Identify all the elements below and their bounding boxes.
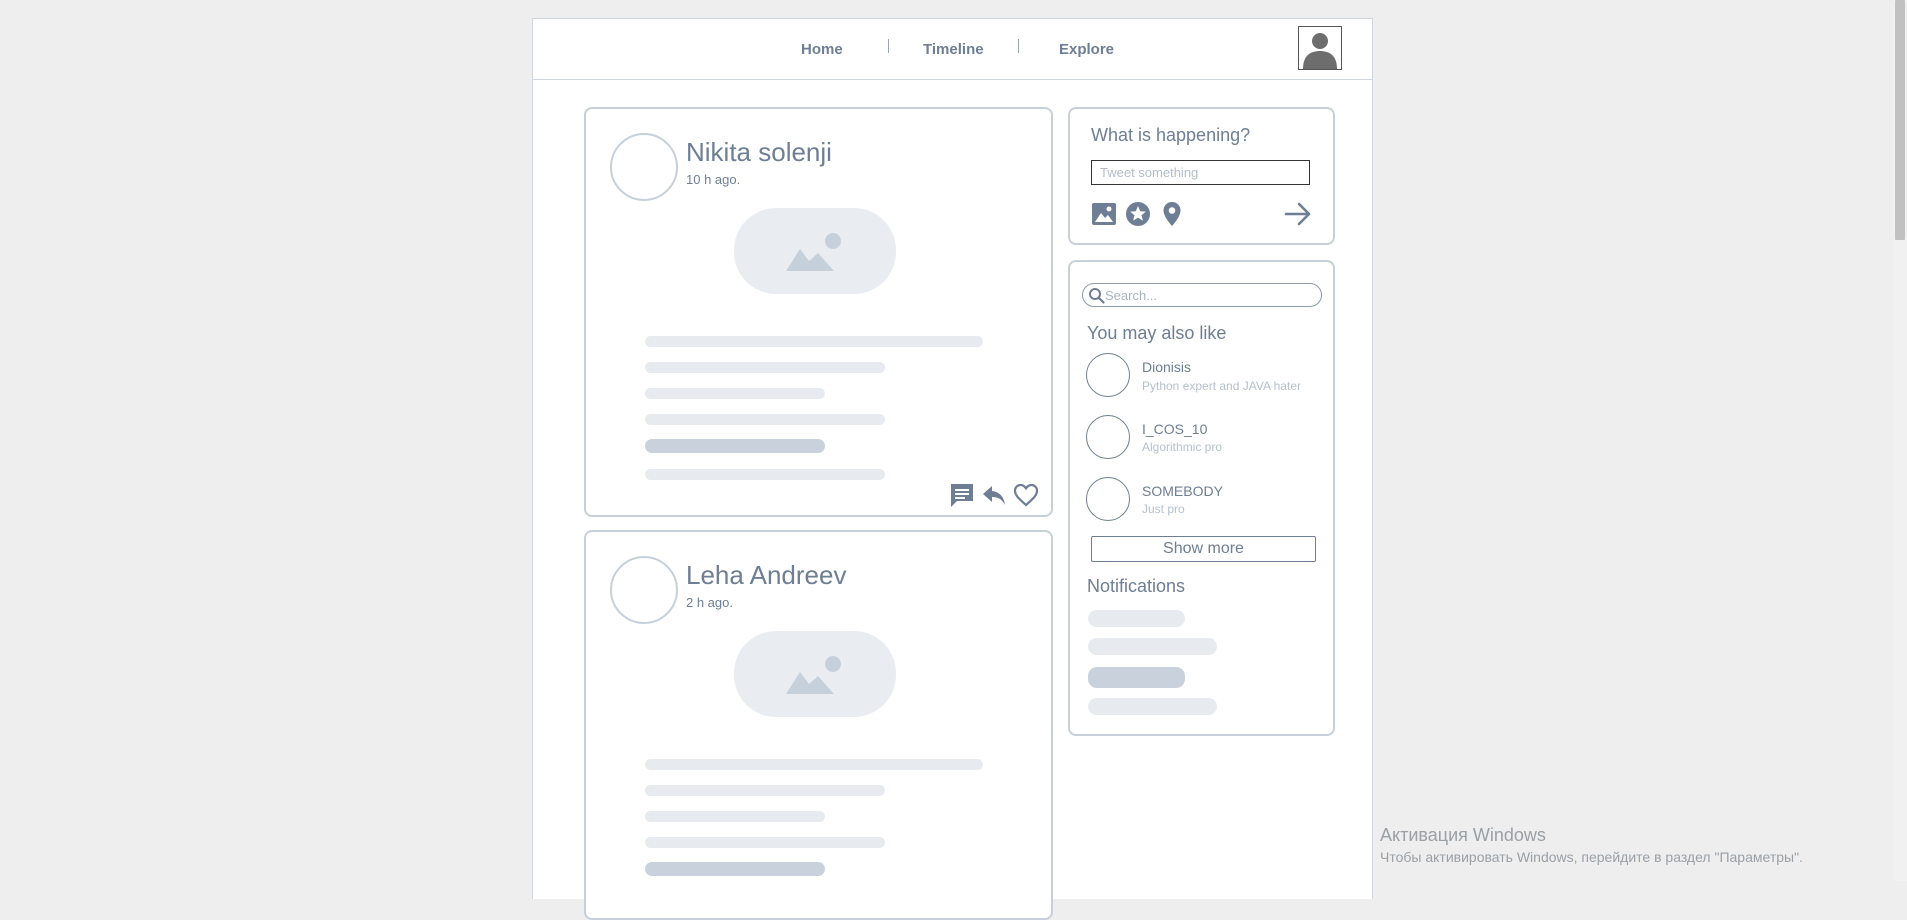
suggestion-name[interactable]: Dionisis (1142, 359, 1191, 375)
nav-timeline-link[interactable]: Timeline (923, 41, 984, 58)
notification-placeholder (1088, 667, 1185, 688)
text-placeholder-line (645, 439, 825, 453)
suggestion-avatar[interactable] (1086, 415, 1130, 459)
text-placeholder-line (645, 414, 885, 425)
text-placeholder-line (645, 862, 825, 876)
post-card: Nikita solenji 10 h ago. (584, 107, 1053, 517)
nav-separator (888, 39, 889, 53)
text-placeholder-line (645, 469, 885, 480)
notification-placeholder (1088, 638, 1217, 655)
post-actions (949, 482, 1039, 508)
scrollbar-thumb[interactable] (1895, 0, 1905, 240)
top-navigation-bar: Home Timeline Explore (533, 19, 1372, 80)
suggestion-name[interactable]: SOMEBODY (1142, 483, 1223, 499)
suggestion-name[interactable]: I_COS_10 (1142, 421, 1207, 437)
windows-activation-title: Активация Windows (1380, 825, 1546, 845)
post-card: Leha Andreev 2 h ago. (584, 530, 1053, 920)
star-icon[interactable] (1125, 201, 1151, 227)
search-icon (1089, 288, 1105, 304)
heart-icon[interactable] (1013, 482, 1039, 508)
suggestions-title: You may also like (1087, 323, 1227, 343)
image-placeholder-icon (734, 631, 896, 717)
scrollbar[interactable] (1893, 0, 1907, 881)
compose-title: What is happening? (1091, 125, 1251, 145)
post-timestamp: 2 h ago. (686, 595, 733, 610)
suggestion-avatar[interactable] (1086, 353, 1130, 397)
arrow-right-icon[interactable] (1284, 201, 1312, 227)
image-placeholder-icon (734, 208, 896, 294)
post-author-avatar[interactable] (610, 556, 678, 624)
text-placeholder-line (645, 785, 885, 796)
location-pin-icon[interactable] (1159, 201, 1185, 227)
nav-explore-link[interactable]: Explore (1059, 41, 1114, 58)
post-author-name[interactable]: Leha Andreev (686, 560, 846, 591)
user-avatar-icon[interactable] (1298, 26, 1342, 70)
comment-icon[interactable] (949, 482, 975, 508)
compose-toolbar (1091, 201, 1185, 227)
compose-panel: What is happening? (1068, 107, 1335, 245)
post-author-name[interactable]: Nikita solenji (686, 137, 832, 168)
post-timestamp: 10 h ago. (686, 172, 741, 187)
notifications-title: Notifications (1087, 576, 1186, 596)
text-placeholder-line (645, 388, 825, 399)
text-placeholder-line (645, 362, 885, 373)
reply-icon[interactable] (981, 482, 1007, 508)
suggestion-description: Algorithmic pro (1142, 440, 1223, 454)
post-author-avatar[interactable] (610, 133, 678, 201)
text-placeholder-line (645, 336, 983, 347)
tweet-input[interactable] (1091, 160, 1310, 185)
suggestion-description: Python expert and JAVA hater (1142, 379, 1301, 393)
text-placeholder-line (645, 759, 983, 770)
search-box (1082, 283, 1322, 307)
nav-home-link[interactable]: Home (801, 41, 843, 58)
show-more-button[interactable]: Show more (1091, 536, 1316, 562)
windows-activation-text: Чтобы активировать Windows, перейдите в … (1380, 849, 1803, 865)
nav-separator (1018, 39, 1019, 53)
image-icon[interactable] (1091, 201, 1117, 227)
page-container: Home Timeline Explore Nikita solenji 10 … (532, 18, 1373, 920)
search-input[interactable] (1105, 286, 1315, 304)
sidebar-panel: You may also like Dionisis Python expert… (1068, 260, 1335, 736)
notification-placeholder (1088, 610, 1185, 627)
text-placeholder-line (645, 811, 825, 822)
suggestion-description: Just pro (1142, 502, 1185, 516)
suggestion-avatar[interactable] (1086, 477, 1130, 521)
text-placeholder-line (645, 837, 885, 848)
notification-placeholder (1088, 698, 1217, 715)
